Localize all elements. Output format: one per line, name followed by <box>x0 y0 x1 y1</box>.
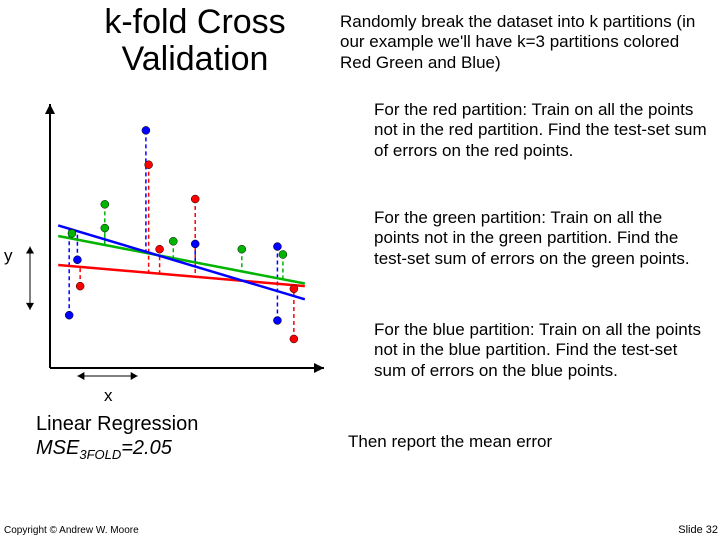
point-blue <box>191 240 199 248</box>
point-red <box>156 245 164 253</box>
copyright: Copyright © Andrew W. Moore <box>4 525 139 536</box>
y-axis-arrow-icon <box>45 104 55 114</box>
scatter-chart <box>20 100 330 380</box>
fit-on-not-blue <box>58 225 305 299</box>
point-green <box>101 224 109 232</box>
point-red <box>290 335 298 343</box>
paragraph-mean: Then report the mean error <box>348 432 708 452</box>
chart-caption: Linear Regression MSE3FOLD=2.05 <box>36 412 198 463</box>
caption-line1: Linear Regression <box>36 413 198 435</box>
paragraph-red: For the red partition: Train on all the … <box>348 100 708 161</box>
slide: k-fold Cross Validation Randomly break t… <box>0 0 720 540</box>
x-axis-arrow-icon <box>314 363 324 373</box>
page-title: k-fold Cross Validation <box>60 4 330 79</box>
point-blue <box>142 126 150 134</box>
point-green <box>169 237 177 245</box>
paragraph-blue: For the blue partition: Train on all the… <box>348 320 708 381</box>
x-axis-label: x <box>104 386 113 406</box>
point-green <box>68 229 76 237</box>
point-blue <box>73 256 81 264</box>
point-blue <box>273 316 281 324</box>
point-green <box>238 245 246 253</box>
caption-mse-val: =2.05 <box>121 437 172 459</box>
paragraph-green-text: For the green partition: Train on all th… <box>348 208 708 269</box>
point-green <box>101 200 109 208</box>
point-blue <box>65 311 73 319</box>
paragraph-green: For the green partition: Train on all th… <box>348 208 708 269</box>
point-green <box>279 250 287 258</box>
slide-number: Slide 32 <box>678 524 718 536</box>
point-red <box>290 285 298 293</box>
arrow-down-icon <box>26 303 34 310</box>
arrow-right-icon <box>131 372 138 380</box>
caption-mse: MSE <box>36 437 79 459</box>
caption-mse-sub: 3FOLD <box>79 447 121 462</box>
point-blue <box>273 243 281 251</box>
paragraph-blue-text: For the blue partition: Train on all the… <box>348 320 708 381</box>
y-axis-label: y <box>4 246 13 266</box>
arrow-up-icon <box>26 247 34 254</box>
intro-paragraph: Randomly break the dataset into k partit… <box>340 12 702 73</box>
point-red <box>145 161 153 169</box>
paragraph-red-text: For the red partition: Train on all the … <box>348 100 708 161</box>
arrow-left-icon <box>77 372 84 380</box>
point-red <box>191 195 199 203</box>
point-red <box>76 282 84 290</box>
